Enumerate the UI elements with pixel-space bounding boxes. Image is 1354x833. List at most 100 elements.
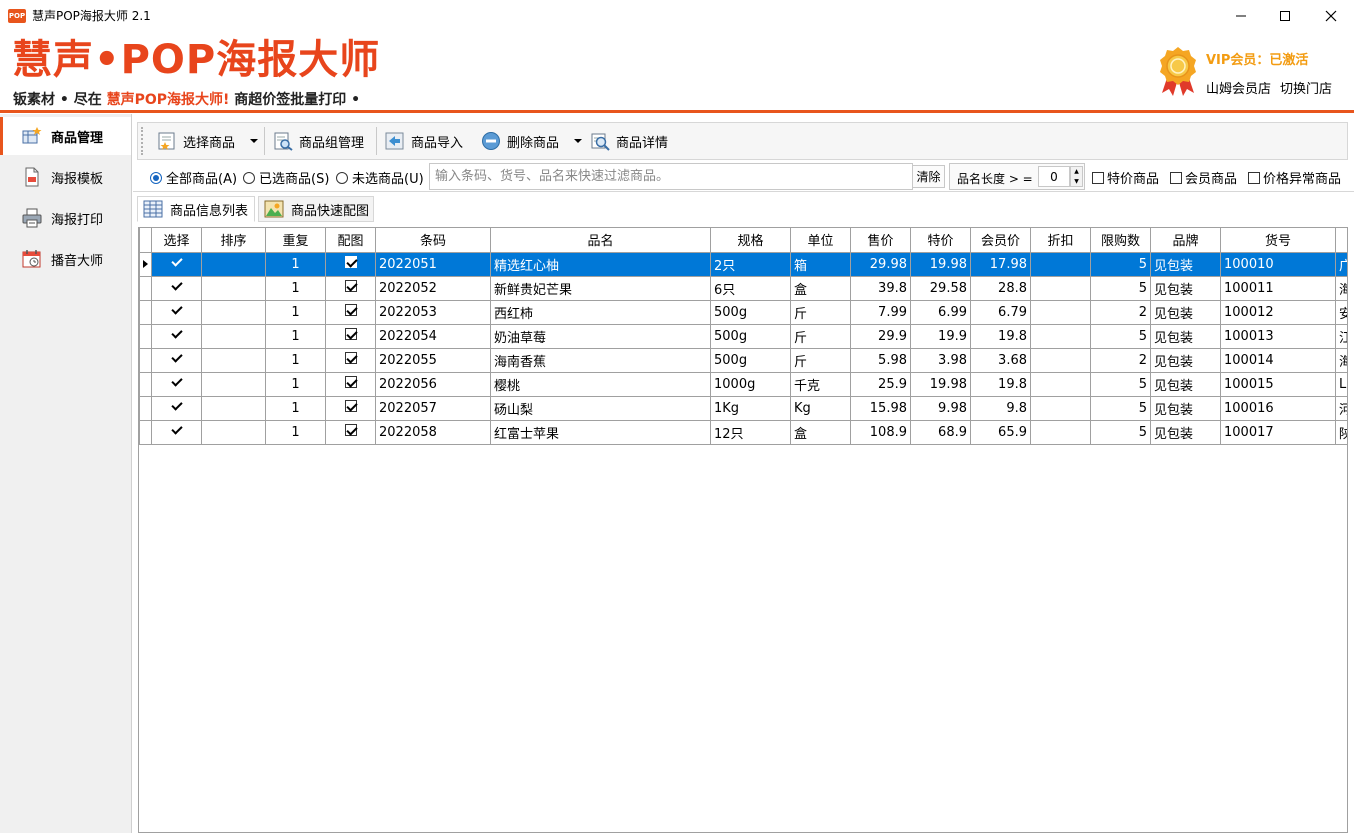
extra-cell: 河: [1335, 395, 1347, 421]
goods-detail-button[interactable]: 商品详情: [589, 127, 668, 155]
column-header[interactable]: 重复: [265, 228, 326, 253]
checkmark-icon: [171, 424, 183, 436]
repeat-cell: 1: [265, 323, 326, 349]
column-header[interactable]: 配图: [325, 228, 376, 253]
row-header[interactable]: [139, 395, 152, 421]
column-header[interactable]: 货号: [1220, 228, 1336, 253]
select-checkbox-cell[interactable]: [151, 371, 202, 397]
table-row[interactable]: 1 2022051 精选红心柚 2只箱 29.98 19.98 17.98 5 见包装 10001…: [139, 251, 1347, 277]
special-goods-checkbox[interactable]: 特价商品: [1092, 170, 1159, 187]
select-checkbox-cell[interactable]: [151, 299, 202, 325]
select-checkbox-cell[interactable]: [151, 347, 202, 373]
column-header[interactable]: 售价: [850, 228, 911, 253]
image-checkbox-cell[interactable]: [325, 323, 376, 349]
select-goods-button[interactable]: 选择商品: [156, 127, 235, 155]
select-checkbox-cell[interactable]: [151, 251, 202, 277]
image-checkbox-cell[interactable]: [325, 347, 376, 373]
image-checkbox-cell[interactable]: [325, 299, 376, 325]
column-header[interactable]: 特价: [910, 228, 971, 253]
column-header[interactable]: 品牌: [1150, 228, 1221, 253]
limit-cell: 5: [1090, 323, 1151, 349]
radio-selected-goods[interactable]: 已选商品(S): [243, 170, 329, 187]
row-header[interactable]: [139, 419, 152, 445]
toolbar-grip[interactable]: [141, 127, 144, 155]
discount-cell: [1030, 251, 1091, 277]
close-icon: [1325, 10, 1337, 21]
import-goods-button[interactable]: 商品导入: [384, 127, 463, 155]
unit-cell: 千克: [790, 371, 851, 397]
column-header[interactable]: 选择: [151, 228, 202, 253]
close-button[interactable]: [1308, 0, 1354, 31]
table-row[interactable]: 1 2022055海南香蕉500g斤5.983.983.68 2见包装100014海: [139, 347, 1347, 373]
radio-label: 未选商品(U): [352, 172, 424, 187]
spin-up-button[interactable]: ▲: [1071, 167, 1082, 177]
maximize-button[interactable]: [1262, 0, 1308, 31]
group-manage-button[interactable]: 商品组管理: [272, 127, 364, 155]
column-header[interactable]: 会员价: [970, 228, 1031, 253]
abnormal-price-checkbox[interactable]: 价格异常商品: [1248, 170, 1341, 187]
row-header[interactable]: [139, 347, 152, 373]
minimize-button[interactable]: [1218, 0, 1264, 31]
member-goods-checkbox[interactable]: 会员商品: [1170, 170, 1237, 187]
column-header[interactable]: 限购数: [1090, 228, 1151, 253]
sidebar-item-print[interactable]: 海报打印: [0, 199, 131, 237]
column-header[interactable]: 条码: [375, 228, 491, 253]
radio-unselected-goods[interactable]: 未选商品(U): [336, 170, 424, 187]
clear-button[interactable]: 清除: [912, 165, 945, 188]
name-length-input[interactable]: 0: [1038, 166, 1070, 187]
search-input[interactable]: [429, 163, 913, 190]
tab-quick-image[interactable]: 商品快速配图: [258, 196, 374, 222]
brand-cell: 见包装: [1150, 371, 1221, 397]
switch-store-link[interactable]: 切换门店: [1280, 78, 1332, 97]
row-header[interactable]: [139, 299, 152, 325]
sidebar-item-broadcast[interactable]: 播音大师: [0, 240, 131, 278]
special-price-cell: 68.9: [910, 419, 971, 445]
image-checkbox-cell[interactable]: [325, 395, 376, 421]
column-header[interactable]: 排序: [201, 228, 266, 253]
select-checkbox-cell[interactable]: [151, 323, 202, 349]
delete-goods-dropdown[interactable]: [572, 127, 584, 155]
filter-bar: 全部商品(A) 已选商品(S) 未选商品(U) 清除 品名长度 > = 0 ▲ …: [133, 161, 1354, 192]
table-row[interactable]: 1 2022053西红柿500g斤7.996.996.79 2见包装100012安: [139, 299, 1347, 325]
delete-goods-button[interactable]: 删除商品: [480, 127, 559, 155]
sidebar-item-template[interactable]: 海报模板: [0, 158, 131, 196]
select-checkbox-cell[interactable]: [151, 275, 202, 301]
column-header[interactable]: 品名: [490, 228, 711, 253]
repeat-cell: 1: [265, 347, 326, 373]
row-header[interactable]: [139, 371, 152, 397]
image-checkbox-cell[interactable]: [325, 251, 376, 277]
select-checkbox-cell[interactable]: [151, 419, 202, 445]
sidebar-item-product-manage[interactable]: 商品管理: [0, 117, 131, 155]
brand-cell: 见包装: [1150, 251, 1221, 277]
template-icon: [22, 167, 42, 187]
special-price-cell: 19.9: [910, 323, 971, 349]
spec-cell: 500g: [710, 323, 791, 349]
tab-goods-list[interactable]: 商品信息列表: [137, 196, 255, 222]
column-header[interactable]: 规格: [710, 228, 791, 253]
image-checkbox-cell[interactable]: [325, 371, 376, 397]
select-goods-dropdown[interactable]: [248, 127, 260, 155]
row-header[interactable]: [139, 323, 152, 349]
table-row[interactable]: 1 2022056 樱桃 1000g 千克 25.9 19.98 19.8 5 见包装 100015…: [139, 371, 1347, 397]
sku-cell: 100010: [1220, 251, 1336, 277]
table-row[interactable]: 1 2022058 红富士苹果 12只盒 108.9 68.9 65.9 5 见包装 100017…: [139, 419, 1347, 445]
column-header[interactable]: [1335, 228, 1347, 253]
column-header[interactable]: 折扣: [1030, 228, 1091, 253]
table-row[interactable]: 1 2022052 新鲜贵妃芒果 6只盒 39.8 29.58 28.8 5 见包装 100011…: [139, 275, 1347, 301]
sku-cell: 100017: [1220, 419, 1336, 445]
radio-all-goods[interactable]: 全部商品(A): [150, 170, 237, 187]
spin-down-button[interactable]: ▼: [1071, 177, 1082, 187]
table-row[interactable]: 1 2022054奶油草莓500g斤29.919.919.8 5见包装100013江: [139, 323, 1347, 349]
select-checkbox-cell[interactable]: [151, 395, 202, 421]
row-header[interactable]: [139, 251, 152, 277]
tab-label: 商品信息列表: [170, 203, 249, 219]
column-header[interactable]: 单位: [790, 228, 851, 253]
radio-circle: [150, 171, 162, 184]
row-header[interactable]: [139, 275, 152, 301]
name-cell: 樱桃: [490, 371, 711, 397]
image-checkbox-cell[interactable]: [325, 275, 376, 301]
image-checkbox-cell[interactable]: [325, 419, 376, 445]
member-price-cell: 17.98: [970, 251, 1031, 277]
sku-cell: 100015: [1220, 371, 1336, 397]
table-row[interactable]: 1 2022057砀山梨1KgKg15.989.989.8 5见包装100016河: [139, 395, 1347, 421]
